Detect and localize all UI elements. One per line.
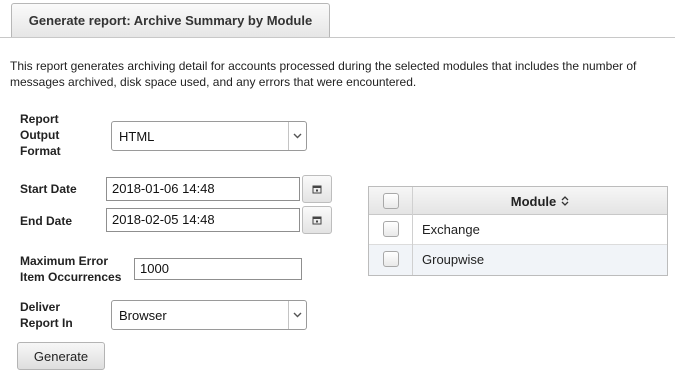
end-date-calendar-button[interactable] <box>302 206 332 234</box>
module-name: Groupwise <box>422 252 485 267</box>
sort-icon[interactable] <box>561 196 569 206</box>
tab-divider <box>0 37 675 38</box>
module-table-header: Module <box>369 187 667 215</box>
table-row[interactable]: Groupwise <box>369 245 667 275</box>
row-checkbox-groupwise[interactable] <box>383 251 399 267</box>
end-date-input[interactable]: 2018-02-05 14:48 <box>106 208 300 232</box>
column-divider <box>412 187 413 275</box>
start-date-label: Start Date <box>20 182 77 196</box>
output-format-value: HTML <box>119 129 155 144</box>
start-date-input[interactable]: 2018-01-06 14:48 <box>106 177 300 201</box>
deliver-select[interactable]: Browser <box>111 300 307 330</box>
output-format-select[interactable]: HTML <box>111 121 307 151</box>
calendar-icon <box>312 185 322 194</box>
report-description: This report generates archiving detail f… <box>10 59 637 89</box>
start-date-calendar-button[interactable] <box>302 175 332 203</box>
tab-strip: Generate report: Archive Summary by Modu… <box>0 0 675 38</box>
tab-title: Generate report: Archive Summary by Modu… <box>28 13 313 28</box>
chevron-down-icon[interactable] <box>288 301 306 329</box>
tab-generate-report[interactable]: Generate report: Archive Summary by Modu… <box>11 3 330 37</box>
table-row[interactable]: Exchange <box>369 215 667 245</box>
max-errors-label: Maximum Error Item Occurrences <box>20 254 122 284</box>
generate-button[interactable]: Generate <box>17 342 105 370</box>
deliver-label: Deliver Report In <box>20 300 73 330</box>
row-checkbox-exchange[interactable] <box>383 221 399 237</box>
select-all-checkbox[interactable] <box>383 193 399 209</box>
deliver-value: Browser <box>119 308 167 323</box>
module-name: Exchange <box>422 222 480 237</box>
module-column-header[interactable]: Module <box>413 187 667 215</box>
chevron-down-icon[interactable] <box>288 122 306 150</box>
module-column-title: Module <box>510 193 557 209</box>
max-errors-input[interactable]: 1000 <box>134 258 302 280</box>
output-format-label: Report Output Format <box>20 112 61 158</box>
module-table: Module Exchange Groupwise <box>368 186 668 276</box>
generate-button-label: Generate <box>33 348 89 364</box>
end-date-label: End Date <box>20 214 73 228</box>
calendar-icon <box>312 216 322 225</box>
